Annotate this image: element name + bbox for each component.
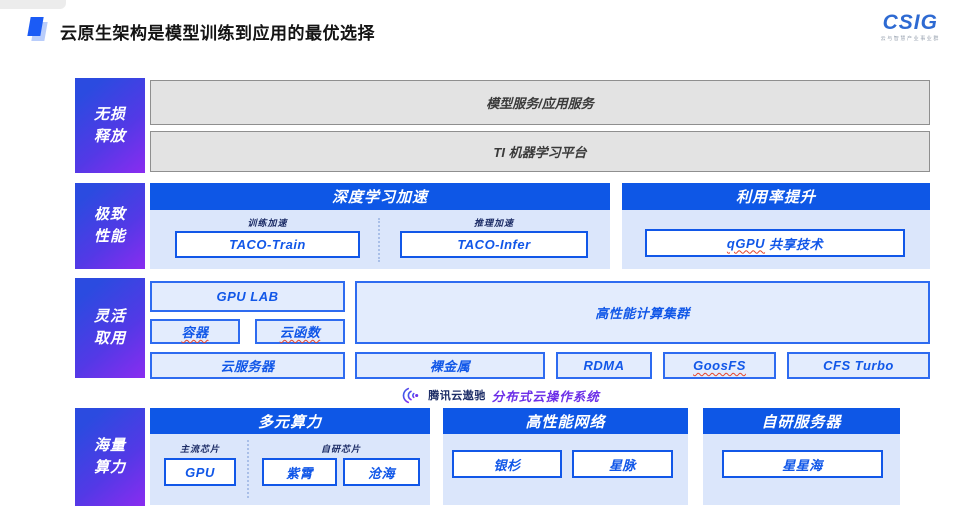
qgpu-rest: 共享技术 bbox=[769, 234, 823, 253]
header-utilization-improvement: 利用率提升 bbox=[622, 183, 930, 210]
csig-logo: CSIG 云与智慧产业事业群 bbox=[881, 12, 940, 42]
button-xingmai-network: 星脉 bbox=[572, 450, 673, 478]
box-hpc-cluster: 高性能计算集群 bbox=[355, 281, 930, 344]
box-cloud-server: 云服务器 bbox=[150, 352, 345, 379]
button-qgpu-sharing: qGPU 共享技术 bbox=[645, 229, 905, 257]
button-yinshan-network: 银杉 bbox=[452, 450, 562, 478]
qgpu-brand: qGPU bbox=[727, 236, 765, 251]
box-cfs-turbo: CFS Turbo bbox=[787, 352, 930, 379]
header-self-developed-server: 自研服务器 bbox=[703, 408, 900, 434]
header-deep-learning-acceleration: 深度学习加速 bbox=[150, 183, 610, 210]
cloud-os-strip: 腾讯云遨驰 分布式云操作系统 bbox=[150, 384, 850, 406]
panel-diverse-computing: 主流芯片 GPU 自研芯片 紫霄 沧海 bbox=[150, 434, 430, 505]
box-gpu-lab: GPU LAB bbox=[150, 281, 345, 312]
button-xingxinghai-server: 星星海 bbox=[722, 450, 883, 478]
box-bare-metal: 裸金属 bbox=[355, 352, 545, 379]
panel-utilization-improvement: qGPU 共享技术 bbox=[622, 210, 930, 269]
dotted-divider bbox=[247, 440, 249, 498]
corner-artifact bbox=[0, 0, 66, 9]
button-taco-train: TACO-Train bbox=[175, 231, 360, 258]
caption-training-acceleration: 训练加速 bbox=[175, 216, 360, 229]
button-canghai-chip: 沧海 bbox=[343, 458, 420, 486]
box-cloud-function: 云函数 bbox=[255, 319, 345, 344]
csig-logo-subtitle: 云与智慧产业事业群 bbox=[881, 35, 940, 42]
header-diverse-computing: 多元算力 bbox=[150, 408, 430, 434]
sidebar-label-massive-computing: 海量 算力 bbox=[75, 408, 145, 506]
box-goosfs: GoosFS bbox=[663, 352, 776, 379]
csig-logo-text: CSIG bbox=[881, 12, 940, 33]
header-high-performance-network: 高性能网络 bbox=[443, 408, 688, 434]
sidebar-label-lossless-release: 无损 释放 bbox=[75, 78, 145, 173]
button-zixiao-chip: 紫霄 bbox=[262, 458, 337, 486]
slide: 云原生架构是模型训练到应用的最优选择 CSIG 云与智慧产业事业群 无损 释放 … bbox=[0, 0, 960, 516]
panel-self-developed-server: 星星海 bbox=[703, 434, 900, 505]
panel-deep-learning-acceleration: 训练加速 TACO-Train 推理加速 TACO-Infer bbox=[150, 210, 610, 269]
box-model-service: 模型服务/应用服务 bbox=[150, 80, 930, 125]
panel-high-performance-network: 银杉 星脉 bbox=[443, 434, 688, 505]
sidebar-label-extreme-performance: 极致 性能 bbox=[75, 183, 145, 269]
caption-mainstream-chips: 主流芯片 bbox=[164, 442, 236, 455]
distributed-cloud-os-label: 分布式云操作系统 bbox=[492, 386, 600, 405]
box-ti-ml-platform: TI 机器学习平台 bbox=[150, 131, 930, 172]
box-container: 容器 bbox=[150, 319, 240, 344]
caption-inference-acceleration: 推理加速 bbox=[400, 216, 588, 229]
caption-self-developed-chips: 自研芯片 bbox=[262, 442, 420, 455]
sidebar-label-flexible-access: 灵活 取用 bbox=[75, 278, 145, 378]
dotted-divider bbox=[378, 218, 380, 262]
button-gpu: GPU bbox=[164, 458, 236, 486]
tencent-cloud-orca-brand: 腾讯云遨驰 bbox=[428, 387, 486, 403]
button-taco-infer: TACO-Infer bbox=[400, 231, 588, 258]
box-rdma: RDMA bbox=[556, 352, 652, 379]
signal-arcs-icon bbox=[400, 387, 422, 404]
page-title: 云原生架构是模型训练到应用的最优选择 bbox=[60, 19, 375, 44]
